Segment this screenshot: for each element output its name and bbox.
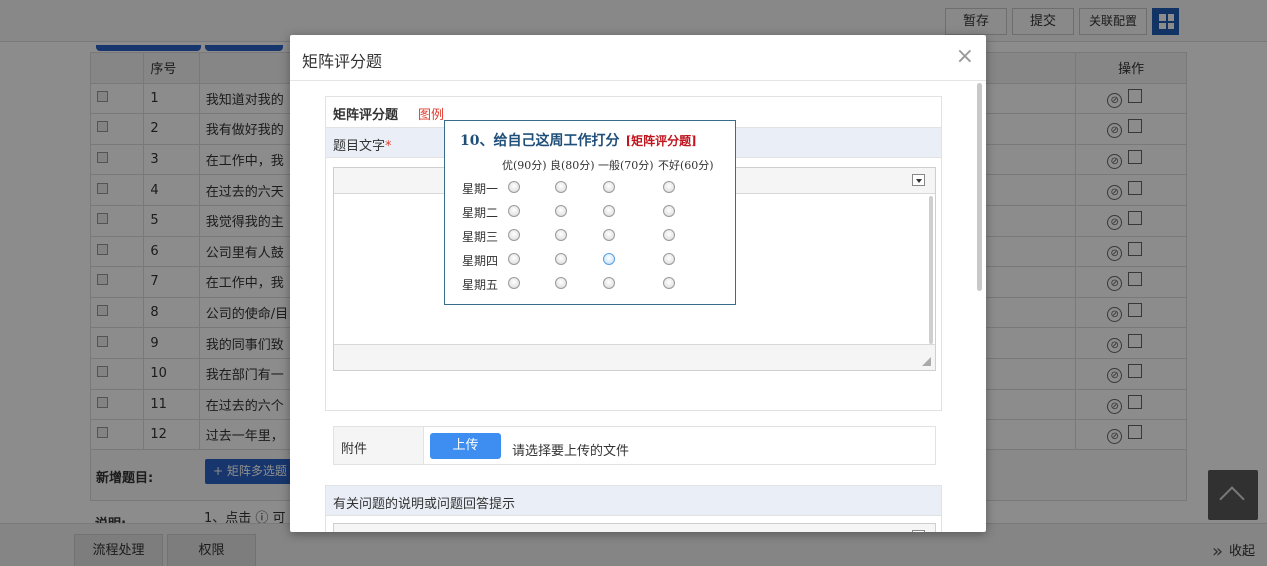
example-radio[interactable] — [508, 229, 520, 241]
example-radio[interactable] — [663, 229, 675, 241]
example-link[interactable]: 图例 — [418, 104, 444, 123]
section-title: 矩阵评分题 — [333, 108, 399, 123]
example-radio[interactable] — [555, 181, 567, 193]
hint-editor-wrapper — [325, 516, 942, 532]
example-radio[interactable] — [663, 205, 675, 217]
example-column-header: 不好(60分) — [658, 159, 714, 172]
example-radio[interactable] — [663, 277, 675, 289]
example-radio[interactable] — [508, 253, 520, 265]
example-radio[interactable] — [663, 253, 675, 265]
example-radio[interactable] — [555, 277, 567, 289]
example-row-label: 星期三 — [462, 230, 499, 244]
modal-header: 矩阵评分题 × — [290, 35, 986, 81]
example-row-label: 星期四 — [462, 254, 499, 268]
attachment-label: 附件 — [334, 427, 424, 464]
example-radio[interactable] — [603, 253, 615, 265]
hint-label: 有关问题的说明或问题回答提示 — [333, 497, 516, 512]
example-radio[interactable] — [603, 205, 615, 217]
example-title-text: 10、给自己这周工作打分 — [460, 133, 620, 149]
attachment-row: 附件 上传 请选择要上传的文件 — [333, 426, 936, 465]
example-radio[interactable] — [555, 229, 567, 241]
example-radio[interactable] — [555, 253, 567, 265]
chevron-down-icon[interactable] — [912, 174, 925, 186]
example-row-label: 星期五 — [462, 278, 499, 292]
example-column-header: 优(90分) — [502, 159, 547, 172]
chevron-down-icon[interactable] — [912, 530, 925, 532]
editor-statusbar — [334, 344, 935, 370]
example-row-label: 星期二 — [462, 206, 499, 220]
example-radio[interactable] — [603, 277, 615, 289]
question-text-label: 题目文字* — [333, 135, 392, 154]
example-tag: [矩阵评分题] — [625, 134, 697, 148]
editor-scrollbar[interactable] — [929, 196, 933, 344]
example-radio[interactable] — [603, 229, 615, 241]
example-radio[interactable] — [663, 181, 675, 193]
modal-title: 矩阵评分题 — [302, 52, 383, 71]
example-row-label: 星期一 — [462, 182, 499, 196]
example-title: 10、给自己这周工作打分 [矩阵评分题] — [460, 130, 697, 150]
hint-label-row: 有关问题的说明或问题回答提示 — [325, 485, 942, 516]
example-column-header: 良(80分) — [550, 159, 595, 172]
example-radio[interactable] — [555, 205, 567, 217]
example-radio[interactable] — [603, 181, 615, 193]
modal-scrollbar[interactable] — [977, 83, 982, 291]
close-icon[interactable]: × — [956, 44, 974, 70]
example-column-header: 一般(70分) — [598, 159, 654, 172]
upload-hint: 请选择要上传的文件 — [512, 444, 630, 459]
required-mark: * — [385, 139, 392, 154]
hint-editor-toolbar — [334, 524, 935, 532]
question-text-label-text: 题目文字 — [333, 139, 386, 154]
example-radio[interactable] — [508, 277, 520, 289]
upload-button[interactable]: 上传 — [430, 433, 501, 459]
matrix-example-popup: 10、给自己这周工作打分 [矩阵评分题] 优(90分) 良(80分) 一般(70分… — [444, 120, 736, 305]
example-radio[interactable] — [508, 205, 520, 217]
hint-text-editor[interactable] — [333, 523, 936, 532]
resize-grip-icon[interactable] — [922, 357, 931, 366]
example-radio[interactable] — [508, 181, 520, 193]
